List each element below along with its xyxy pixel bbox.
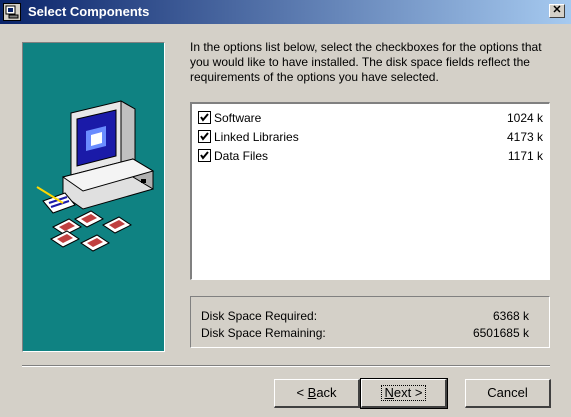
component-checkbox[interactable] bbox=[198, 111, 211, 124]
close-icon: ✕ bbox=[552, 4, 562, 16]
disk-space-remaining-row: Disk Space Remaining: 6501685 k bbox=[201, 326, 529, 340]
component-size: 1024 k bbox=[506, 111, 543, 125]
list-item[interactable]: Software 1024 k bbox=[196, 108, 543, 127]
close-button[interactable]: ✕ bbox=[549, 4, 565, 18]
disk-space-required-value: 6368 k bbox=[492, 309, 529, 323]
window-title: Select Components bbox=[28, 4, 150, 19]
title-bar: Select Components ✕ bbox=[0, 0, 571, 24]
disk-space-remaining-value: 6501685 k bbox=[472, 326, 529, 340]
separator-line bbox=[22, 365, 550, 367]
disk-space-remaining-label: Disk Space Remaining: bbox=[201, 326, 326, 340]
computer-with-disks-illustration bbox=[36, 100, 155, 252]
component-label: Software bbox=[214, 111, 262, 125]
list-item[interactable]: Linked Libraries 4173 k bbox=[196, 127, 543, 146]
component-size: 4173 k bbox=[506, 130, 543, 144]
disk-space-panel: Disk Space Required: 6368 k Disk Space R… bbox=[190, 296, 550, 348]
component-label: Linked Libraries bbox=[214, 130, 299, 144]
component-size: 1171 k bbox=[507, 149, 543, 163]
component-label: Data Files bbox=[214, 149, 269, 163]
installer-icon bbox=[3, 3, 21, 21]
back-button[interactable]: < Back bbox=[274, 379, 360, 408]
setup-illustration-panel bbox=[22, 42, 165, 352]
next-button[interactable]: Next > bbox=[360, 378, 448, 409]
disk-space-required-label: Disk Space Required: bbox=[201, 309, 318, 323]
checkmark-icon bbox=[200, 113, 209, 122]
component-checkbox[interactable] bbox=[198, 130, 211, 143]
disk-space-required-row: Disk Space Required: 6368 k bbox=[201, 309, 529, 323]
instructions-text: In the options list below, select the ch… bbox=[190, 40, 542, 84]
components-list[interactable]: Software 1024 k Linked Libraries 4173 k … bbox=[190, 102, 550, 280]
component-checkbox[interactable] bbox=[198, 149, 211, 162]
checkmark-icon bbox=[200, 151, 209, 160]
list-item[interactable]: Data Files 1171 k bbox=[196, 146, 543, 165]
checkmark-icon bbox=[200, 132, 209, 141]
cancel-button[interactable]: Cancel bbox=[465, 379, 551, 408]
